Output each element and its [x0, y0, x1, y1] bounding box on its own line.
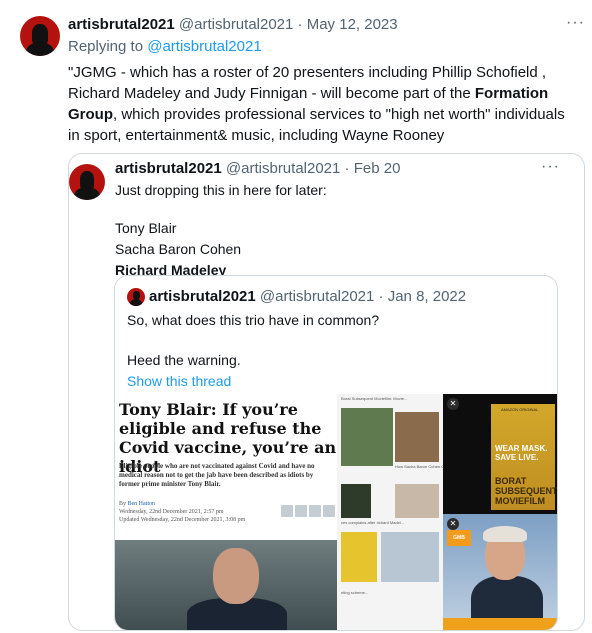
replying-to: Replying to @artisbrutal2021 — [68, 38, 262, 55]
more-horizontal-icon[interactable]: ··· — [541, 158, 560, 176]
quoted-tweet-text: Just dropping this in here for later: To… — [115, 180, 327, 281]
tweet-text-line: So, what does this trio have in common? — [127, 312, 380, 328]
grid-thumb — [341, 408, 393, 466]
media-grid[interactable]: Tony Blair: If you’re eligible and refus… — [115, 394, 558, 630]
separator: · — [297, 16, 303, 33]
grid-thumb — [341, 532, 377, 582]
display-name[interactable]: artisbrutal2021 — [68, 16, 175, 33]
share-icon — [323, 505, 335, 517]
replying-to-label: Replying to — [68, 38, 144, 55]
avatar-figure-body — [130, 299, 142, 306]
tweet-date[interactable]: May 12, 2023 — [307, 16, 398, 33]
tweet-header: artisbrutal2021 @artisbrutal2021 · May 1… — [68, 16, 398, 33]
display-name[interactable]: artisbrutal2021 — [115, 160, 222, 177]
share-icons — [281, 504, 337, 522]
avatar-figure-body — [26, 42, 54, 56]
tv-figure-hair — [483, 526, 527, 542]
close-icon[interactable]: ✕ — [447, 518, 459, 530]
grid-thumb — [395, 484, 439, 518]
separator: · — [378, 288, 384, 305]
avatar-figure-body — [74, 187, 100, 200]
show-thread-link[interactable]: Show this thread — [127, 371, 379, 392]
tweet-date[interactable]: Jan 8, 2022 — [388, 288, 466, 305]
tweet-date[interactable]: Feb 20 — [354, 160, 401, 177]
quoted-tweet-header: artisbrutal2021 @artisbrutal2021 · Feb 2… — [115, 160, 400, 177]
handle[interactable]: @artisbrutal2021 — [260, 288, 374, 305]
separator: · — [344, 160, 350, 177]
article-subtitle: Eligible people who are not vaccinated a… — [119, 462, 315, 488]
media-image-poster[interactable]: ✕ AMAZON ORIGINAL WEAR MASK. SAVE LIVE. … — [443, 394, 558, 514]
avatar[interactable] — [69, 164, 105, 200]
grid-caption: Borat Subsequent Moviefilm: Movie... — [341, 396, 408, 401]
tv-ticker-bar — [443, 618, 557, 630]
bold-fragment: Group — [68, 106, 113, 123]
handle[interactable]: @artisbrutal2021 — [226, 160, 340, 177]
article-updated: Updated Wednesday, 22nd December 2021, 3… — [119, 517, 246, 523]
grid-caption: How Sacha Baron Cohen Cl... — [395, 464, 449, 469]
poster-brand: AMAZON ORIGINAL — [501, 407, 539, 412]
nested-quoted-tweet[interactable]: artisbrutal2021 @artisbrutal2021 · Jan 8… — [114, 275, 558, 631]
avatar-figure-head — [32, 24, 48, 44]
more-horizontal-icon[interactable]: ··· — [566, 14, 585, 32]
email-icon — [281, 505, 293, 517]
facebook-icon — [295, 505, 307, 517]
poster-slogan: WEAR MASK. SAVE LIVE. — [495, 444, 548, 462]
tweet-text-line: Just dropping this in here for later: — [115, 182, 327, 198]
article-published: Wednesday, 22nd December 2021, 2:57 pm — [119, 509, 224, 515]
article-byline: By Ben Hatton Wednesday, 22nd December 2… — [119, 500, 245, 524]
grid-thumb — [395, 412, 439, 462]
byline-prefix: By — [119, 501, 127, 507]
avatar[interactable] — [127, 288, 145, 306]
display-name[interactable]: artisbrutal2021 — [149, 288, 256, 305]
media-image-article[interactable]: Tony Blair: If you’re eligible and refus… — [115, 394, 337, 630]
avatar[interactable] — [20, 16, 60, 56]
grid-thumb — [381, 532, 439, 582]
photo-figure-head — [213, 548, 259, 604]
article-photo — [115, 540, 337, 630]
bold-fragment: Formation — [474, 85, 549, 102]
twitter-icon — [309, 505, 321, 517]
tweet[interactable]: artisbrutal2021 @artisbrutal2021 · May 1… — [0, 0, 592, 633]
tweet-text-line: "JGMG - which has a roster of 20 present… — [68, 64, 547, 81]
media-image-search-results[interactable]: Borat Subsequent Moviefilm: Movie... How… — [337, 394, 448, 630]
text-fragment: , which provides professional services t… — [113, 106, 565, 123]
text-fragment: Richard Madeley and Judy Finnigan - will… — [68, 85, 471, 102]
tweet-text-line: Richard Madeley and Judy Finnigan - will… — [68, 83, 588, 104]
poster-title: BORAT SUBSEQUENT MOVIEFILM — [495, 476, 558, 506]
handle[interactable]: @artisbrutal2021 — [179, 16, 293, 33]
tv-logo: GMB — [447, 530, 471, 546]
close-icon[interactable]: ✕ — [447, 398, 459, 410]
tweet-text-line: in sport, entertainment& music, includin… — [68, 127, 445, 144]
tweet-text-line: Heed the warning. — [127, 352, 241, 368]
tweet-text-line: Tony Blair — [115, 220, 177, 236]
nested-tweet-text: So, what does this trio have in common? … — [127, 310, 379, 392]
article-author: Ben Hatton — [127, 501, 156, 507]
grid-caption: ces complains after richard Madel... — [341, 520, 405, 525]
movie-poster: AMAZON ORIGINAL WEAR MASK. SAVE LIVE. BO… — [491, 404, 558, 510]
grid-caption: nting scheme... — [341, 590, 369, 595]
tweet-text: "JGMG - which has a roster of 20 present… — [68, 62, 588, 146]
tweet-text-line: Group, which provides professional servi… — [68, 104, 588, 125]
tweet-text-line: Sacha Baron Cohen — [115, 241, 242, 257]
media-image-tv[interactable]: ✕ GMB — [443, 514, 557, 630]
nested-tweet-header: artisbrutal2021 @artisbrutal2021 · Jan 8… — [149, 288, 466, 305]
grid-thumb — [341, 484, 371, 518]
replying-to-handle[interactable]: @artisbrutal2021 — [147, 38, 261, 55]
